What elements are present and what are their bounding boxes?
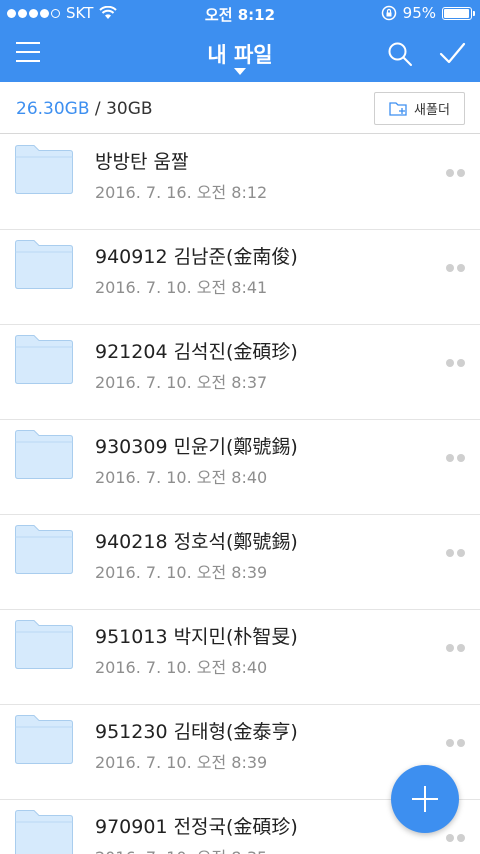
status-bar: SKT 오전 8:12 95%: [0, 0, 480, 28]
folder-date: 2016. 7. 10. 오전 8:40: [95, 658, 268, 677]
folder-row[interactable]: 951013 박지민(朴智旻) 2016. 7. 10. 오전 8:40: [0, 610, 480, 705]
add-button[interactable]: [391, 765, 459, 833]
folder-icon: [15, 240, 73, 289]
folder-icon: [15, 525, 73, 574]
folder-row[interactable]: 방방탄 움짤 2016. 7. 16. 오전 8:12: [0, 135, 480, 230]
battery-percent: 95%: [402, 4, 436, 22]
folder-row[interactable]: 930309 민윤기(鄭號錫) 2016. 7. 10. 오전 8:40: [0, 420, 480, 515]
folder-row[interactable]: 921204 김석진(金碩珍) 2016. 7. 10. 오전 8:37: [0, 325, 480, 420]
folder-name: 940912 김남준(金南俊): [95, 246, 298, 268]
check-icon[interactable]: [438, 40, 466, 68]
more-options-icon[interactable]: [446, 644, 465, 652]
folder-date: 2016. 7. 10. 오전 8:39: [95, 563, 268, 582]
navigation-bar: 내 파일: [0, 28, 480, 82]
more-options-icon[interactable]: [446, 359, 465, 367]
storage-used: 26.30GB: [16, 99, 90, 119]
more-options-icon[interactable]: [446, 549, 465, 557]
folder-name: 940218 정호석(鄭號錫): [95, 531, 298, 553]
folder-row[interactable]: 940218 정호석(鄭號錫) 2016. 7. 10. 오전 8:39: [0, 515, 480, 610]
folder-icon: [15, 430, 73, 479]
folder-date: 2016. 7. 10. 오전 8:41: [95, 278, 268, 297]
folder-list: 방방탄 움짤 2016. 7. 16. 오전 8:12 940912 김남준(金南俊…: [0, 135, 480, 854]
rotation-lock-icon: [381, 5, 396, 21]
new-folder-button[interactable]: 새폴더: [374, 92, 465, 125]
folder-date: 2016. 7. 10. 오전 8:35: [95, 844, 267, 854]
folder-name: 930309 민윤기(鄭號錫): [95, 436, 298, 458]
more-options-icon[interactable]: [446, 834, 465, 842]
plus-icon: [412, 786, 438, 812]
folder-name: 921204 김석진(金碩珍): [95, 341, 298, 363]
folder-name: 951230 김태형(金泰亨): [95, 721, 298, 743]
folder-icon: [15, 145, 73, 194]
folder-name: 970901 전정국(金碩珍): [95, 816, 298, 838]
status-right: 95%: [381, 4, 475, 22]
folder-icon: [15, 810, 73, 854]
folder-name: 방방탄 움짤: [95, 151, 189, 173]
more-options-icon[interactable]: [446, 169, 465, 177]
folder-icon: [15, 715, 73, 764]
storage-separator: /: [89, 99, 107, 119]
add-folder-icon: [389, 101, 407, 116]
search-icon[interactable]: [386, 40, 414, 68]
folder-date: 2016. 7. 10. 오전 8:39: [95, 753, 268, 772]
chevron-down-icon[interactable]: [234, 68, 246, 75]
folder-icon: [15, 335, 73, 384]
top-bar: SKT 오전 8:12 95% 내 파일: [0, 0, 480, 82]
more-options-icon[interactable]: [446, 264, 465, 272]
more-options-icon[interactable]: [446, 739, 465, 747]
folder-date: 2016. 7. 10. 오전 8:40: [95, 468, 268, 487]
more-options-icon[interactable]: [446, 454, 465, 462]
storage-usage: 26.30GB / 30GB: [16, 99, 153, 119]
new-folder-label: 새폴더: [414, 103, 450, 118]
folder-date: 2016. 7. 10. 오전 8:37: [95, 373, 268, 392]
folder-row[interactable]: 940912 김남준(金南俊) 2016. 7. 10. 오전 8:41: [0, 230, 480, 325]
folder-date: 2016. 7. 16. 오전 8:12: [95, 183, 268, 202]
folder-icon: [15, 620, 73, 669]
storage-total: 30GB: [106, 99, 153, 119]
battery-icon: [442, 6, 475, 20]
folder-name: 951013 박지민(朴智旻): [95, 626, 298, 648]
